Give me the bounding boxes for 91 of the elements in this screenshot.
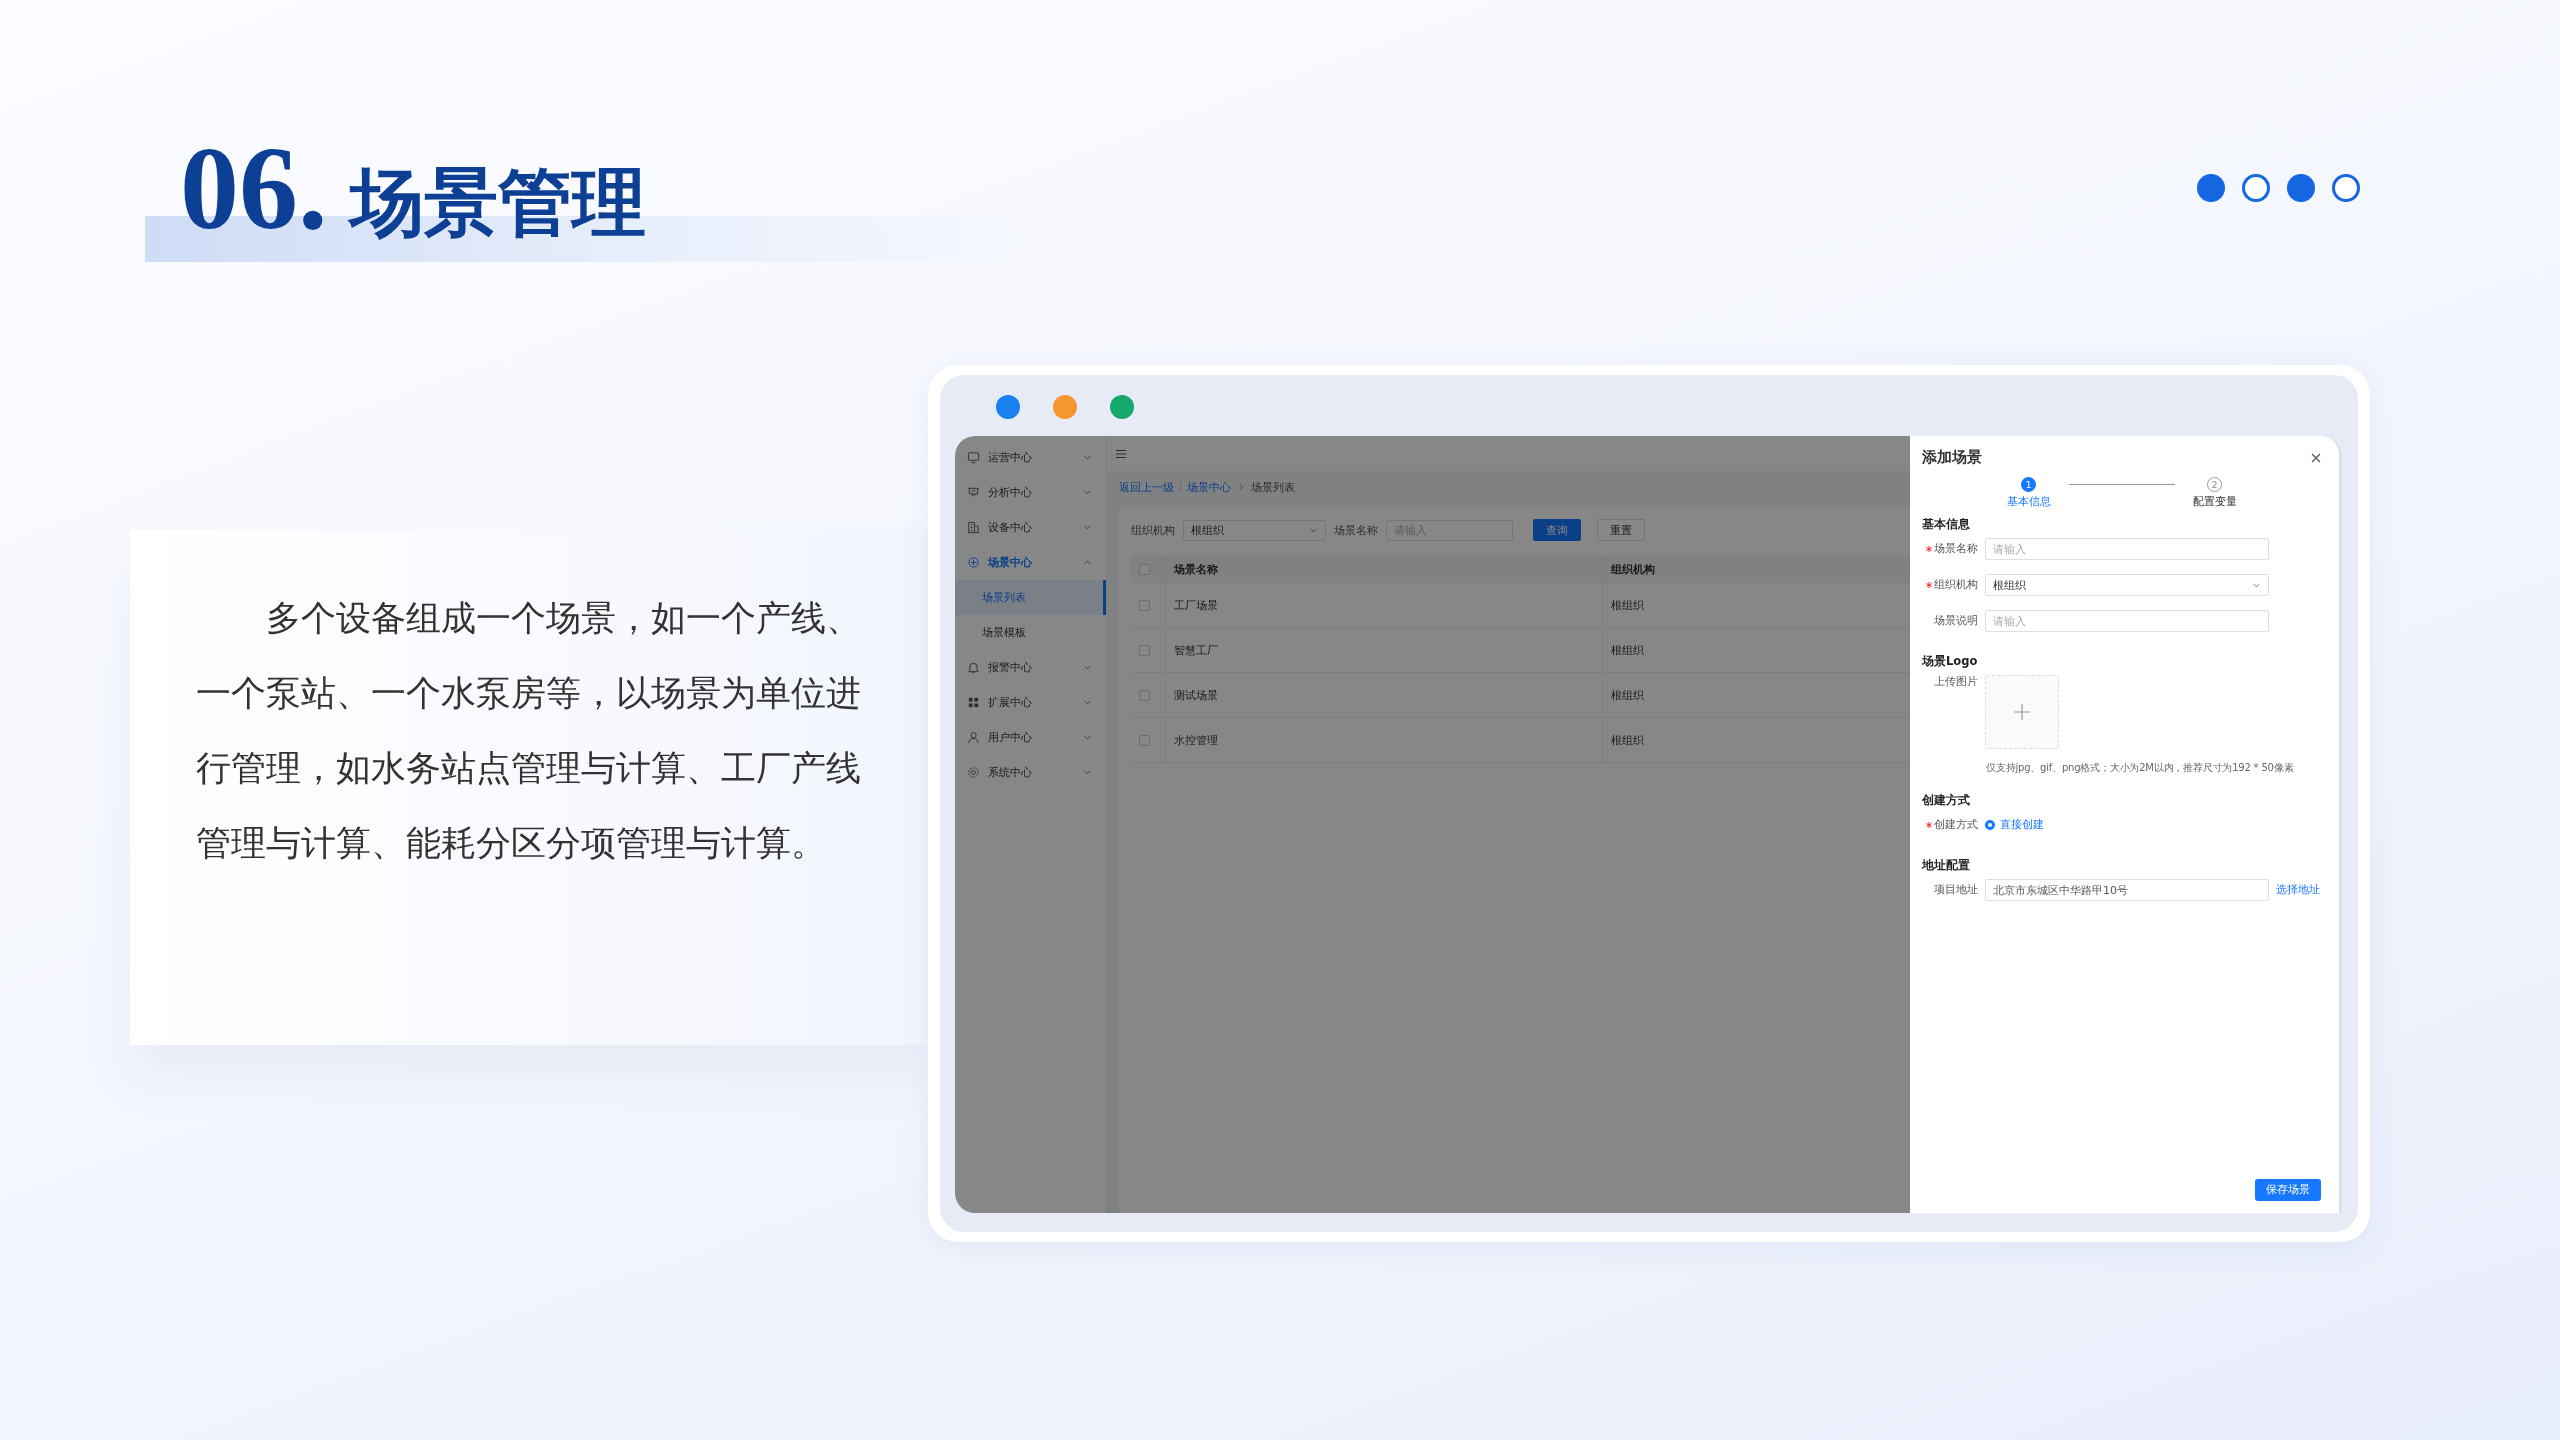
chart-board-icon [967, 486, 980, 499]
field-label: 上传图片 [1934, 675, 1978, 689]
sidebar-label: 运营中心 [988, 450, 1033, 465]
select-address-link[interactable]: 选择地址 [2276, 883, 2320, 897]
chevron-icon [1083, 453, 1092, 462]
page-dot[interactable] [2332, 174, 2360, 202]
close-icon[interactable] [2311, 452, 2321, 463]
page-dot[interactable] [2242, 174, 2270, 202]
sidebar-item[interactable]: 用户中心 [955, 720, 1106, 755]
step-label[interactable]: 基本信息 [2006, 495, 2051, 509]
plus-icon [2014, 704, 2030, 720]
section-number: 06. [180, 130, 328, 248]
field-label: 场景说明 [1934, 614, 1978, 628]
page-dot[interactable] [2287, 174, 2315, 202]
upload-box[interactable] [1985, 675, 2059, 749]
field-label: 场景名称 [1934, 542, 1978, 556]
menu-icon[interactable] [1115, 447, 1127, 460]
window-control-dot[interactable] [1053, 395, 1077, 419]
search-button[interactable]: 查询 [1533, 519, 1581, 541]
checkbox[interactable] [1139, 689, 1150, 701]
sidebar-item[interactable]: 扩展中心 [955, 685, 1106, 720]
radio-option[interactable]: 直接创建 [1985, 818, 2044, 832]
page-dot[interactable] [2197, 174, 2225, 202]
checkbox[interactable] [1139, 563, 1150, 575]
table-cell: 智慧工厂 [1165, 627, 1603, 673]
select-field[interactable]: 根组织 [1985, 574, 2269, 596]
select-field[interactable]: 根组织 [1183, 519, 1326, 541]
reset-button[interactable]: 重置 [1597, 519, 1645, 541]
sidebar-subitem[interactable]: 场景列表 [955, 580, 1106, 615]
sidebar-label: 用户中心 [988, 730, 1033, 745]
slide-title: 场景管理 [349, 165, 646, 239]
chevron-icon [1083, 558, 1092, 567]
sidebar-item[interactable]: 报警中心 [955, 650, 1106, 685]
required-icon [1926, 546, 1932, 552]
sidebar-item[interactable]: 分析中心 [955, 475, 1106, 510]
field-label: 项目地址 [1934, 883, 1978, 897]
sidebar-item[interactable]: 系统中心 [955, 755, 1106, 790]
window-control-dot[interactable] [996, 395, 1020, 419]
checkbox[interactable] [1139, 644, 1150, 656]
save-button[interactable]: 保存场景 [2255, 1179, 2321, 1201]
breadcrumb-current: 场景列表 [1251, 479, 1295, 495]
sidebar-item[interactable]: 场景中心 [955, 545, 1106, 580]
sidebar-subitem[interactable]: 场景模板 [955, 615, 1106, 650]
description-text: 多个设备组成一个场景，如一个产线、一个泵站、一个水泵房等，以场景为单位进行管理，如水务站点管理与计算、工厂产线管理与计算、能耗分区分项管理与计算。 [196, 597, 862, 864]
column-header: 场景名称 [1165, 555, 1603, 583]
column-header: 组织机构 [1602, 555, 1910, 583]
drawer-title: 添加场景 [1922, 448, 1982, 467]
required-icon [1926, 822, 1932, 828]
user-icon [967, 731, 980, 744]
monitor-icon [967, 451, 980, 464]
breadcrumb-link[interactable]: 场景中心 [1187, 479, 1231, 495]
sidebar-label: 分析中心 [988, 485, 1033, 500]
filter-label: 场景名称 [1334, 522, 1378, 538]
grid-icon [967, 696, 980, 709]
chevron-icon [1083, 698, 1092, 707]
settings-icon [967, 766, 980, 779]
field-label: 创建方式 [1934, 818, 1978, 832]
chevron-icon [1083, 488, 1092, 497]
sidebar-item[interactable]: 设备中心 [955, 510, 1106, 545]
sidebar-item[interactable]: 运营中心 [955, 440, 1106, 475]
sidebar-label: 设备中心 [988, 520, 1033, 535]
sidebar-label: 系统中心 [988, 765, 1033, 780]
chevron-right-icon [1237, 483, 1245, 491]
chevron-icon [1083, 523, 1092, 532]
section-title: 基本信息 [1922, 517, 1971, 532]
filter-label: 组织机构 [1131, 522, 1175, 538]
building-icon [967, 521, 980, 534]
required-icon [1926, 582, 1932, 588]
table-cell: 工厂场景 [1165, 583, 1603, 628]
chevron-icon [1083, 663, 1092, 672]
checkbox[interactable] [1139, 599, 1150, 611]
checkbox[interactable] [1139, 734, 1150, 746]
sidebar-label: 报警中心 [988, 660, 1033, 675]
window-control-dot[interactable] [1110, 395, 1134, 419]
breadcrumb-link[interactable]: 返回上一级 [1119, 479, 1174, 495]
input-field[interactable]: 北京市东城区中华路甲10号 [1985, 879, 2269, 901]
section-title: 场景Logo [1922, 654, 1979, 669]
section-title: 地址配置 [1922, 858, 1971, 873]
sidebar-label: 场景中心 [988, 555, 1033, 570]
table-cell: 水控管理 [1165, 717, 1603, 763]
step-label[interactable]: 配置变量 [2192, 495, 2237, 509]
scene-icon [967, 556, 980, 569]
chevron-icon [1083, 768, 1092, 777]
step-number: 1 [2021, 477, 2036, 492]
field-label: 组织机构 [1934, 578, 1978, 592]
chevron-icon [1083, 733, 1092, 742]
table-cell: 测试场景 [1165, 672, 1603, 718]
bell-icon [967, 661, 980, 674]
section-title: 创建方式 [1922, 793, 1971, 808]
sidebar-label: 扩展中心 [988, 695, 1033, 710]
upload-hint: 仅支持jpg、gif、png格式；大小为2M以内，推荐尺寸为192 * 50像素 [1986, 761, 2295, 775]
